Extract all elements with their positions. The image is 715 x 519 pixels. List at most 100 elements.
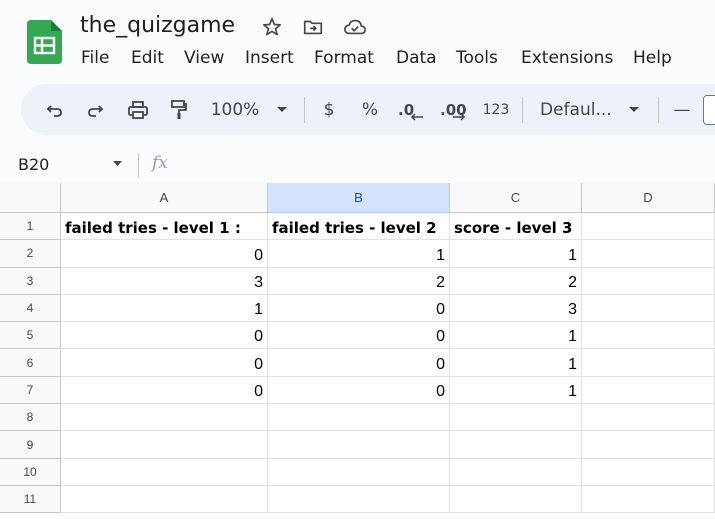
row-header-1[interactable]: 1 xyxy=(0,213,61,241)
paint-format-button[interactable] xyxy=(168,99,190,121)
cell-b2[interactable]: 1 xyxy=(268,240,450,268)
cell-d4[interactable] xyxy=(582,294,715,323)
menu-help[interactable]: Help xyxy=(633,48,672,68)
cell-b3[interactable]: 2 xyxy=(268,267,450,295)
row-header-4[interactable]: 4 xyxy=(0,294,61,323)
cell-a4[interactable]: 1 xyxy=(61,294,268,323)
cell-b4[interactable]: 0 xyxy=(268,294,450,323)
undo-button[interactable] xyxy=(44,99,66,121)
cell-a2[interactable]: 0 xyxy=(61,240,268,268)
cell-c10[interactable] xyxy=(450,458,582,486)
menu-file[interactable]: File xyxy=(81,48,109,68)
row-header-7[interactable]: 7 xyxy=(0,376,61,405)
cell-a3[interactable]: 3 xyxy=(61,267,268,295)
cell-b8[interactable] xyxy=(268,404,450,432)
menu-edit[interactable]: Edit xyxy=(131,48,164,68)
row-header-10[interactable]: 10 xyxy=(0,458,61,486)
cell-b6[interactable]: 0 xyxy=(268,349,450,377)
more-formats-button[interactable]: 123 xyxy=(482,99,510,121)
font-size-input[interactable] xyxy=(703,95,715,125)
print-button[interactable] xyxy=(126,99,150,121)
move-folder-icon[interactable] xyxy=(302,16,324,38)
cell-b1[interactable]: failed tries - level 2 xyxy=(268,213,450,241)
cell-d7[interactable] xyxy=(582,376,715,405)
cell-a10[interactable] xyxy=(61,458,268,486)
cloud-saved-icon[interactable] xyxy=(342,16,368,38)
column-header-c[interactable]: C xyxy=(450,183,582,213)
column-header-a[interactable]: A xyxy=(61,183,268,213)
cell-c5[interactable]: 1 xyxy=(450,322,582,350)
cell-d11[interactable] xyxy=(582,486,715,514)
cell-c4[interactable]: 3 xyxy=(450,294,582,323)
row-header-5[interactable]: 5 xyxy=(0,322,61,350)
row-header-9[interactable]: 9 xyxy=(0,431,61,459)
sheets-logo-icon[interactable] xyxy=(27,20,62,64)
undo-icon xyxy=(46,105,62,117)
cell-c2[interactable]: 1 xyxy=(450,240,582,268)
cell-a1[interactable]: failed tries - level 1 : xyxy=(61,213,268,241)
print-icon xyxy=(128,101,148,119)
font-dropdown-icon[interactable] xyxy=(628,106,640,114)
arrow-left-icon xyxy=(410,113,423,121)
arrow-right-icon xyxy=(453,113,466,121)
menu-format[interactable]: Format xyxy=(314,48,374,68)
select-all-corner[interactable] xyxy=(0,183,61,213)
font-select[interactable]: Defaul... xyxy=(540,99,616,121)
row-header-3[interactable]: 3 xyxy=(0,267,61,295)
cell-a6[interactable]: 0 xyxy=(61,349,268,377)
cell-d5[interactable] xyxy=(582,322,715,350)
row-header-6[interactable]: 6 xyxy=(0,349,61,377)
font-size-decrease-button[interactable]: — xyxy=(672,99,692,121)
cell-d10[interactable] xyxy=(582,458,715,486)
toolbar-divider xyxy=(304,97,305,123)
cell-b11[interactable] xyxy=(268,486,450,514)
paint-format-icon xyxy=(171,100,187,119)
cell-d2[interactable] xyxy=(582,240,715,268)
cell-c6[interactable]: 1 xyxy=(450,349,582,377)
cell-c11[interactable] xyxy=(450,486,582,514)
cell-a8[interactable] xyxy=(61,404,268,432)
redo-button[interactable] xyxy=(84,99,106,121)
cell-a7[interactable]: 0 xyxy=(61,376,268,405)
star-icon[interactable] xyxy=(261,16,283,38)
cell-c3[interactable]: 2 xyxy=(450,267,582,295)
percent-format-button[interactable]: % xyxy=(360,99,380,121)
formula-input[interactable] xyxy=(180,150,715,178)
menu-tools[interactable]: Tools xyxy=(456,48,498,68)
cell-c8[interactable] xyxy=(450,404,582,432)
cell-b7[interactable]: 0 xyxy=(268,376,450,405)
zoom-dropdown-icon[interactable] xyxy=(276,106,288,114)
cell-b5[interactable]: 0 xyxy=(268,322,450,350)
cell-d8[interactable] xyxy=(582,404,715,432)
name-box[interactable]: B20 xyxy=(18,155,49,174)
column-header-b[interactable]: B xyxy=(268,183,450,213)
cell-c7[interactable]: 1 xyxy=(450,376,582,405)
name-box-dropdown-icon[interactable] xyxy=(112,160,123,167)
currency-format-button[interactable]: $ xyxy=(320,99,338,121)
column-header-d[interactable]: D xyxy=(582,183,715,213)
row-header-2[interactable]: 2 xyxy=(0,240,61,268)
redo-icon xyxy=(88,105,104,117)
cell-a5[interactable]: 0 xyxy=(61,322,268,350)
formula-divider xyxy=(138,153,139,177)
cell-c9[interactable] xyxy=(450,431,582,459)
cell-c1[interactable]: score - level 3 xyxy=(450,213,582,241)
cell-d1[interactable] xyxy=(582,213,715,241)
cell-d6[interactable] xyxy=(582,349,715,377)
row-header-11[interactable]: 11 xyxy=(0,486,61,514)
cell-d3[interactable] xyxy=(582,267,715,295)
cell-a9[interactable] xyxy=(61,431,268,459)
zoom-select[interactable]: 100% xyxy=(208,99,262,121)
menu-extensions[interactable]: Extensions xyxy=(521,48,613,68)
cell-b9[interactable] xyxy=(268,431,450,459)
toolbar-divider xyxy=(522,97,523,123)
menu-data[interactable]: Data xyxy=(396,48,437,68)
cell-d9[interactable] xyxy=(582,431,715,459)
menu-insert[interactable]: Insert xyxy=(245,48,294,68)
document-title[interactable]: the_quizgame xyxy=(80,13,235,38)
row-header-8[interactable]: 8 xyxy=(0,404,61,432)
menu-view[interactable]: View xyxy=(184,48,224,68)
cell-a11[interactable] xyxy=(61,486,268,514)
fx-icon: fx xyxy=(152,153,168,173)
cell-b10[interactable] xyxy=(268,458,450,486)
